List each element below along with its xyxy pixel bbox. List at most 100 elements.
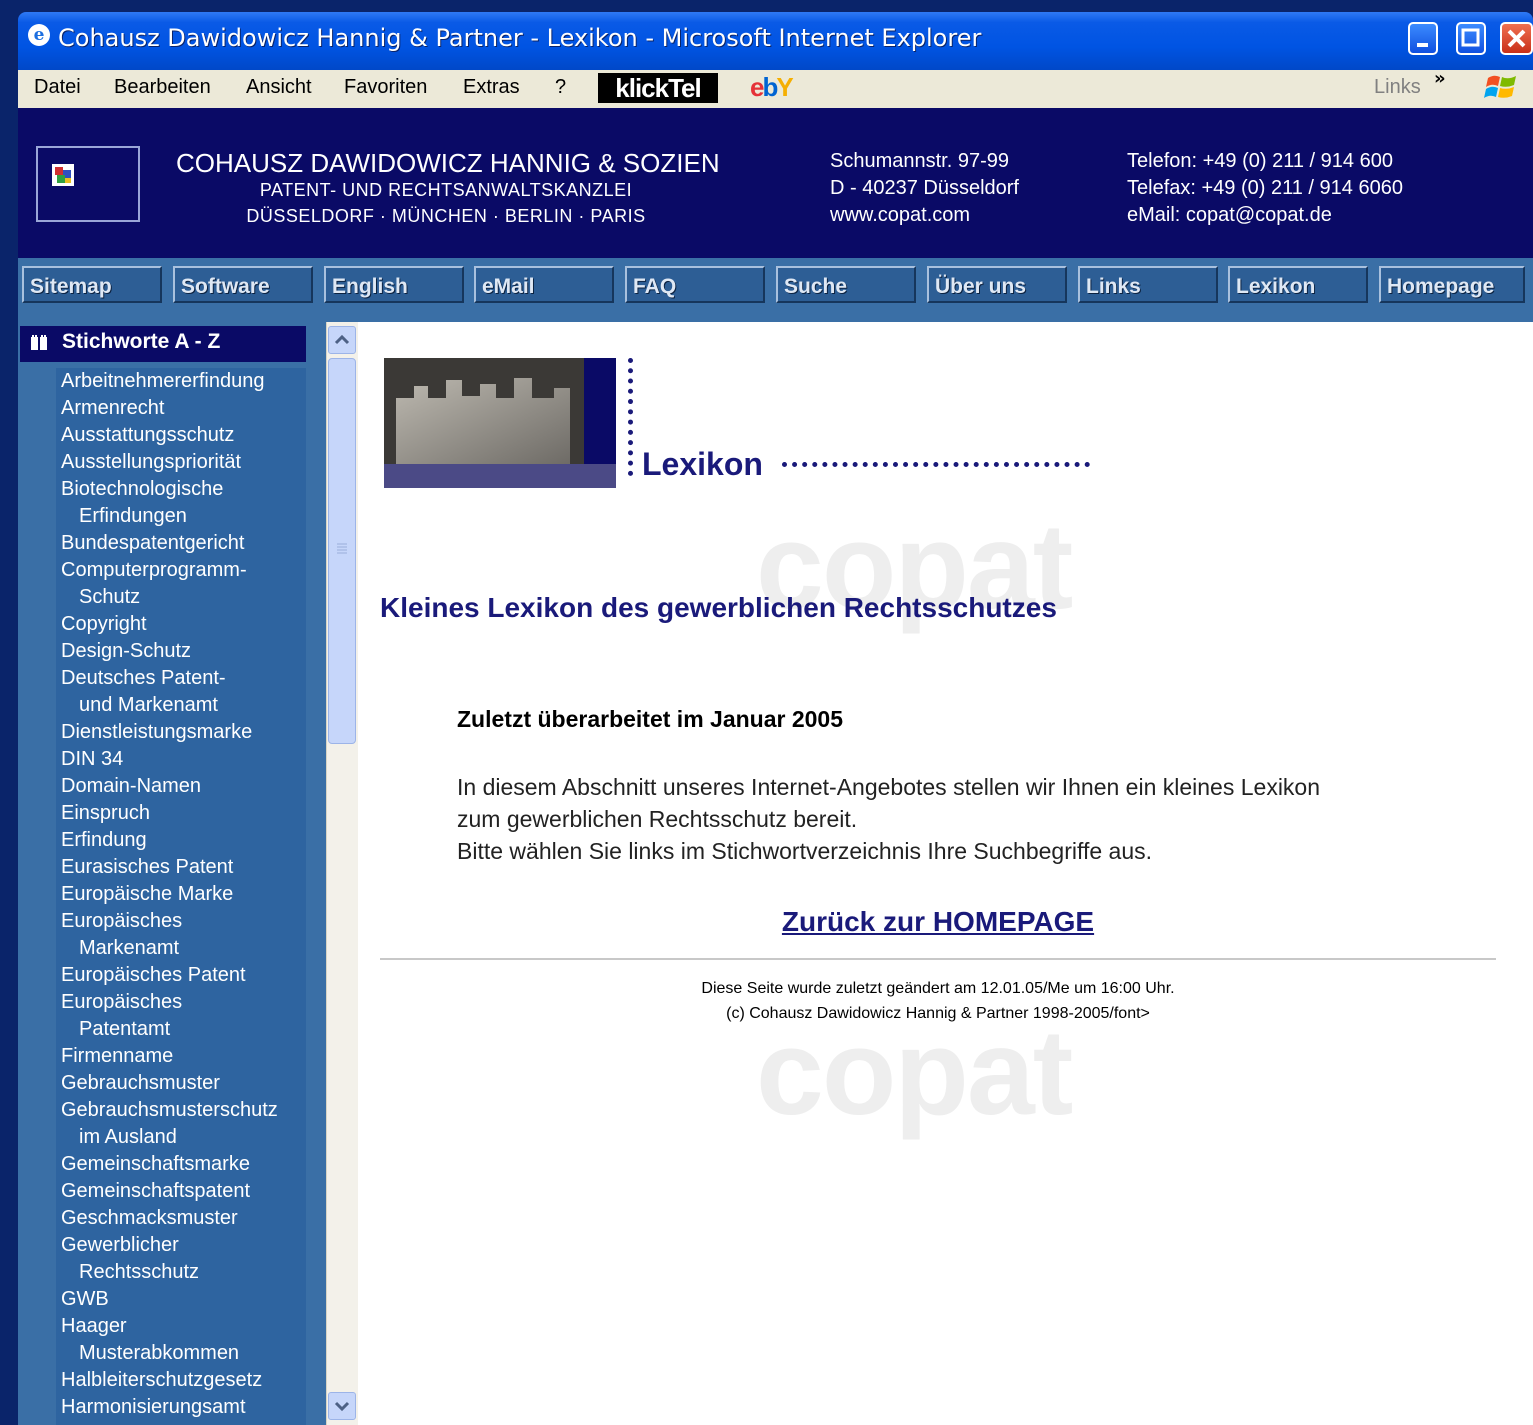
keyword-link[interactable]: Eurasisches Patent: [56, 854, 306, 881]
window-title: Cohausz Dawidowicz Hannig & Partner - Le…: [58, 24, 982, 52]
keyword-link[interactable]: Armenrecht: [56, 395, 306, 422]
keyword-link-continued[interactable]: Markenamt: [56, 935, 306, 962]
title-dotted-rule: [782, 462, 1090, 475]
sidebar-title: Stichworte A - Z: [62, 330, 221, 353]
tab-ueber-uns[interactable]: Über uns: [927, 266, 1067, 303]
links-toolbar-label[interactable]: Links: [1374, 76, 1421, 99]
email-address[interactable]: eMail: copat@copat.de: [1127, 204, 1332, 227]
minimize-icon: [1417, 43, 1428, 47]
keyword-link[interactable]: Gemeinschaftspatent: [56, 1178, 306, 1205]
tab-faq[interactable]: FAQ: [625, 266, 765, 303]
page-heading: Kleines Lexikon des gewerblichen Rechtss…: [380, 592, 1057, 623]
menu-bearbeiten[interactable]: Bearbeiten: [114, 76, 211, 99]
back-to-homepage-link[interactable]: Zurück zur HOMEPAGE: [380, 906, 1496, 938]
keyword-link[interactable]: Europäische Marke: [56, 881, 306, 908]
chevron-down-icon: [334, 1401, 350, 1412]
maximize-icon: [1461, 28, 1480, 47]
ebay-letter-e: e: [750, 72, 765, 102]
keyword-link-continued[interactable]: Schutz: [56, 584, 306, 611]
keyword-link[interactable]: GWB: [56, 1286, 306, 1313]
keyword-link[interactable]: Geschmacksmuster: [56, 1205, 306, 1232]
close-button[interactable]: [1500, 22, 1533, 55]
keyword-link[interactable]: Erfindung: [56, 827, 306, 854]
ebay-button[interactable]: ebY: [750, 72, 794, 103]
keyword-link[interactable]: Haager: [56, 1313, 306, 1340]
keyword-link-continued[interactable]: Musterabkommen: [56, 1340, 306, 1367]
revision-note: Zuletzt überarbeitet im Januar 2005: [457, 706, 844, 732]
copyright-note: (c) Cohausz Dawidowicz Hannig & Partner …: [726, 1005, 1150, 1022]
firm-cities: DÜSSELDORF · MÜNCHEN · BERLIN · PARIS: [246, 206, 646, 226]
tab-english[interactable]: English: [324, 266, 464, 303]
keyword-link[interactable]: Copyright: [56, 611, 306, 638]
scroll-down-button[interactable]: [328, 1392, 356, 1420]
tab-email[interactable]: eMail: [474, 266, 614, 303]
grip-icon: [337, 543, 347, 554]
ebay-letter-y: Y: [776, 72, 793, 102]
keyword-link[interactable]: Biotechnologische: [56, 476, 306, 503]
phone-number: Telefon: +49 (0) 211 / 914 600: [1127, 150, 1393, 172]
menu-favoriten[interactable]: Favoriten: [344, 76, 427, 99]
maximize-button[interactable]: [1456, 22, 1486, 55]
keyword-link[interactable]: Europäisches Patent: [56, 962, 306, 989]
keyword-link-continued[interactable]: Patentamt: [56, 1016, 306, 1043]
keyword-link[interactable]: Halbleiterschutzgesetz: [56, 1367, 306, 1394]
last-modified-note: Diese Seite wurde zuletzt geändert am 12…: [701, 980, 1175, 997]
tab-suche[interactable]: Suche: [776, 266, 916, 303]
klicktel-button[interactable]: klickTel: [598, 73, 718, 103]
scroll-up-button[interactable]: [328, 326, 356, 354]
tab-links[interactable]: Links: [1078, 266, 1218, 303]
site-logo-icon[interactable]: [52, 164, 74, 186]
menu-ansicht[interactable]: Ansicht: [246, 76, 312, 99]
intro-text-line: zum gewerblichen Rechtsschutz bereit.: [457, 806, 858, 832]
tab-software[interactable]: Software: [173, 266, 313, 303]
keyword-link[interactable]: Ausstellungspriorität: [56, 449, 306, 476]
keyword-link[interactable]: Gebrauchsmuster: [56, 1070, 306, 1097]
menu-help[interactable]: ?: [555, 76, 566, 99]
close-icon: [1507, 29, 1526, 48]
tab-sitemap[interactable]: Sitemap: [22, 266, 162, 303]
keyword-link[interactable]: DIN 34: [56, 746, 306, 773]
castle-banner-image: [384, 358, 616, 488]
keyword-link[interactable]: Domain-Namen: [56, 773, 306, 800]
tab-homepage[interactable]: Homepage: [1379, 266, 1525, 303]
keyword-link[interactable]: Deutsches Patent-: [56, 665, 306, 692]
windows-logo-icon: [1484, 75, 1516, 98]
keyword-link-continued[interactable]: Erfindungen: [56, 503, 306, 530]
keyword-link[interactable]: Design-Schutz: [56, 638, 306, 665]
ebay-letter-b: b: [762, 72, 778, 102]
minimize-button[interactable]: [1408, 22, 1438, 55]
watermark: copat: [756, 1004, 1073, 1140]
keyword-link[interactable]: Bundespatentgericht: [56, 530, 306, 557]
keyword-link-continued[interactable]: im Ausland: [56, 1124, 306, 1151]
keyword-link[interactable]: Computerprogramm-: [56, 557, 306, 584]
keyword-link[interactable]: Dienstleistungsmarke: [56, 719, 306, 746]
address-city: D - 40237 Düsseldorf: [830, 177, 1019, 199]
firm-name: COHAUSZ DAWIDOWICZ HANNIG & SOZIEN: [176, 148, 720, 178]
book-icon: [31, 335, 47, 350]
keyword-link[interactable]: Ausstattungsschutz: [56, 422, 306, 449]
keyword-link[interactable]: Gebrauchsmusterschutz: [56, 1097, 306, 1124]
keyword-link[interactable]: Gemeinschaftsmarke: [56, 1151, 306, 1178]
tab-lexikon[interactable]: Lexikon: [1228, 266, 1368, 303]
menu-extras[interactable]: Extras: [463, 76, 520, 99]
section-title: Lexikon: [642, 446, 763, 482]
keyword-link[interactable]: Europäisches: [56, 989, 306, 1016]
keyword-list: Arbeitnehmererfindung Armenrecht Ausstat…: [56, 368, 306, 1425]
keyword-link[interactable]: Europäisches: [56, 908, 306, 935]
keyword-link-continued[interactable]: und Markenamt: [56, 692, 306, 719]
firm-subtitle: PATENT- UND RECHTSANWALTSKANZLEI: [259, 180, 633, 200]
website-link[interactable]: www.copat.com: [830, 204, 970, 227]
chevron-more-icon[interactable]: »: [1434, 68, 1446, 89]
keyword-link-continued[interactable]: Rechtsschutz: [56, 1259, 306, 1286]
ie-icon: e: [28, 24, 50, 46]
banner-dotted-divider: [628, 358, 637, 476]
menu-datei[interactable]: Datei: [34, 76, 81, 99]
keyword-link[interactable]: Einspruch: [56, 800, 306, 827]
fax-number: Telefax: +49 (0) 211 / 914 6060: [1127, 177, 1403, 199]
chevron-up-icon: [334, 334, 350, 345]
keyword-link[interactable]: Harmonisierungsamt: [56, 1394, 306, 1421]
keyword-link[interactable]: Firmenname: [56, 1043, 306, 1070]
keyword-link[interactable]: Arbeitnehmererfindung: [56, 368, 306, 395]
intro-text-line: Bitte wählen Sie links im Stichwortverze…: [457, 838, 1153, 864]
keyword-link[interactable]: Gewerblicher: [56, 1232, 306, 1259]
